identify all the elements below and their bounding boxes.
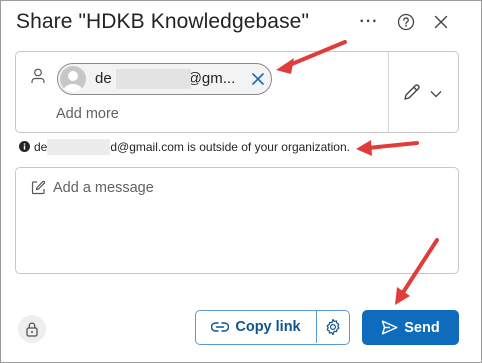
info-icon [19, 141, 30, 152]
help-circle-icon [397, 13, 415, 31]
add-more-input[interactable]: Add more [56, 106, 119, 122]
message-placeholder: Add a message [53, 180, 154, 196]
chevron-down-icon [430, 91, 442, 98]
close-button[interactable] [430, 11, 452, 33]
dialog-title: Share "HDKB Knowledgebase" [16, 10, 310, 33]
link-settings-lock-button[interactable] [18, 315, 46, 343]
lock-icon [26, 322, 38, 337]
copy-link-label: Copy link [235, 319, 301, 335]
recipients-field[interactable]: de @gm... Add more [15, 51, 459, 133]
send-label: Send [404, 319, 440, 336]
copy-link-group: Copy link [195, 310, 350, 345]
redaction-block [47, 139, 110, 155]
pencil-icon [404, 84, 420, 100]
close-icon [252, 73, 264, 85]
share-dialog: Share "HDKB Knowledgebase" ··· de @gm...… [0, 0, 482, 363]
redaction-block [116, 69, 191, 89]
help-button[interactable] [395, 11, 417, 33]
link-settings-button[interactable] [317, 311, 349, 343]
permission-dropdown[interactable] [402, 80, 447, 104]
more-options-button[interactable]: ··· [358, 11, 380, 33]
gear-icon [326, 318, 340, 336]
person-icon [31, 68, 45, 83]
compose-icon [31, 180, 46, 195]
remove-recipient-button[interactable] [249, 70, 267, 88]
send-icon [382, 320, 398, 335]
close-icon [434, 15, 448, 29]
more-horizontal-icon: ··· [359, 13, 379, 30]
send-button[interactable]: Send [362, 310, 459, 345]
copy-link-button[interactable]: Copy link [196, 311, 316, 343]
link-icon [211, 322, 230, 332]
divider [388, 52, 389, 132]
recipient-chip[interactable]: de @gm... [57, 63, 272, 95]
avatar [60, 66, 86, 92]
message-field[interactable]: Add a message [15, 167, 459, 274]
